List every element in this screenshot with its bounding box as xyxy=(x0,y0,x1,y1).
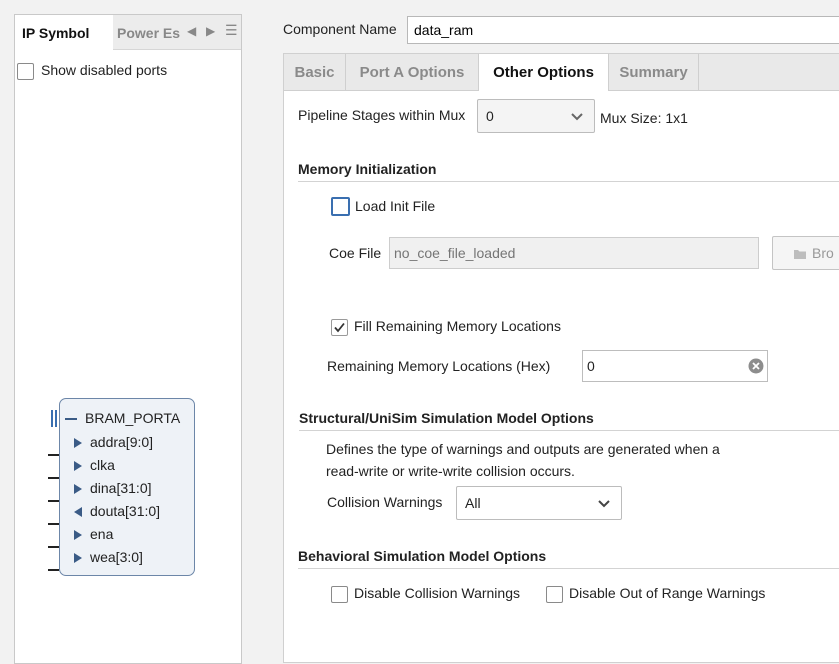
disable-out-of-range-label: Disable Out of Range Warnings xyxy=(569,585,766,601)
options-tab-bar: Basic Port A Options Other Options Summa… xyxy=(284,54,839,91)
behavioral-simulation-title: Behavioral Simulation Model Options xyxy=(298,548,547,564)
collapse-icon[interactable] xyxy=(65,418,77,420)
port-label: wea[3:0] xyxy=(90,549,143,565)
fill-remaining-checkbox[interactable] xyxy=(331,319,348,336)
mux-size-label: Mux Size: 1x1 xyxy=(600,110,688,126)
options-panel: Basic Port A Options Other Options Summa… xyxy=(283,53,839,663)
chevron-down-icon xyxy=(571,113,583,121)
disable-collision-warnings-label: Disable Collision Warnings xyxy=(354,585,520,601)
port-pin xyxy=(48,477,59,479)
input-arrow-icon xyxy=(74,484,82,494)
bus-marker xyxy=(55,410,57,427)
clear-input-icon[interactable] xyxy=(748,358,764,374)
port-row: dina[31:0] xyxy=(74,478,152,498)
pipeline-stages-value: 0 xyxy=(486,108,494,124)
collision-warnings-select[interactable]: All xyxy=(456,486,622,520)
pipeline-stages-select[interactable]: 0 xyxy=(477,99,595,133)
structural-description-line2: read-write or write-write collision occu… xyxy=(326,463,575,479)
bus-marker xyxy=(51,410,53,427)
port-pin xyxy=(48,500,59,502)
tab-basic[interactable]: Basic xyxy=(284,54,346,90)
show-disabled-ports-checkbox[interactable] xyxy=(17,63,34,80)
collision-warnings-label: Collision Warnings xyxy=(327,494,443,510)
port-row: clka xyxy=(74,455,115,475)
disable-out-of-range-checkbox[interactable] xyxy=(546,586,563,603)
tab-menu-icon[interactable]: ☰ xyxy=(225,22,238,39)
tab-ip-symbol[interactable]: IP Symbol xyxy=(15,15,113,50)
bram-interface-name: BRAM_PORTA xyxy=(85,410,181,426)
component-name-input[interactable] xyxy=(407,16,839,44)
port-row: addra[9:0] xyxy=(74,432,153,452)
ip-symbol-panel: IP Symbol Power Es ◀ ▶ ☰ Show disabled p… xyxy=(14,14,242,664)
tab-scroll-right-icon[interactable]: ▶ xyxy=(206,24,215,38)
collision-warnings-value: All xyxy=(465,495,481,511)
ip-symbol-block[interactable]: BRAM_PORTA addra[9:0] clka dina[31:0] do… xyxy=(59,398,195,576)
port-label: clka xyxy=(90,457,115,473)
tab-summary[interactable]: Summary xyxy=(609,54,699,90)
tab-power-estimation[interactable]: Power Es xyxy=(117,15,181,49)
remaining-memory-hex-label: Remaining Memory Locations (Hex) xyxy=(327,358,551,374)
port-label: addra[9:0] xyxy=(90,434,154,450)
port-pin xyxy=(48,523,59,525)
coe-file-input xyxy=(389,237,759,269)
chevron-down-icon xyxy=(598,500,610,508)
tab-other-options[interactable]: Other Options xyxy=(479,54,609,91)
output-arrow-icon xyxy=(74,507,82,517)
show-disabled-ports-label: Show disabled ports xyxy=(41,62,168,78)
left-tab-bar: IP Symbol Power Es ◀ ▶ ☰ xyxy=(15,15,241,50)
port-pin xyxy=(48,569,59,571)
port-row: wea[3:0] xyxy=(74,547,143,567)
port-label: douta[31:0] xyxy=(90,503,161,519)
input-arrow-icon xyxy=(74,530,82,540)
port-row: douta[31:0] xyxy=(74,501,160,521)
input-arrow-icon xyxy=(74,461,82,471)
folder-icon xyxy=(794,250,806,259)
pipeline-stages-label: Pipeline Stages within Mux xyxy=(298,107,466,123)
port-row: ena xyxy=(74,524,113,544)
port-pin xyxy=(48,546,59,548)
load-init-file-label: Load Init File xyxy=(355,198,436,214)
load-init-file-checkbox[interactable] xyxy=(331,197,350,216)
input-arrow-icon xyxy=(74,438,82,448)
port-label: ena xyxy=(90,526,114,542)
coe-file-label: Coe File xyxy=(329,245,382,261)
port-pin xyxy=(48,454,59,456)
input-arrow-icon xyxy=(74,553,82,563)
structural-simulation-title: Structural/UniSim Simulation Model Optio… xyxy=(299,410,594,426)
memory-initialization-title: Memory Initialization xyxy=(298,161,437,177)
section-divider xyxy=(298,568,839,569)
remaining-memory-hex-input[interactable] xyxy=(582,350,768,382)
structural-description-line1: Defines the type of warnings and outputs… xyxy=(326,441,720,457)
fill-remaining-label: Fill Remaining Memory Locations xyxy=(354,318,561,334)
component-name-label: Component Name xyxy=(283,21,397,37)
checkmark-icon xyxy=(334,322,345,333)
tab-scroll-left-icon[interactable]: ◀ xyxy=(187,24,196,38)
section-divider xyxy=(298,181,839,182)
browse-button-label: Bro xyxy=(812,245,834,261)
tab-port-a-options[interactable]: Port A Options xyxy=(346,54,479,90)
disable-collision-warnings-checkbox[interactable] xyxy=(331,586,348,603)
browse-button: Bro xyxy=(772,236,839,270)
section-divider xyxy=(299,430,839,431)
port-label: dina[31:0] xyxy=(90,480,152,496)
